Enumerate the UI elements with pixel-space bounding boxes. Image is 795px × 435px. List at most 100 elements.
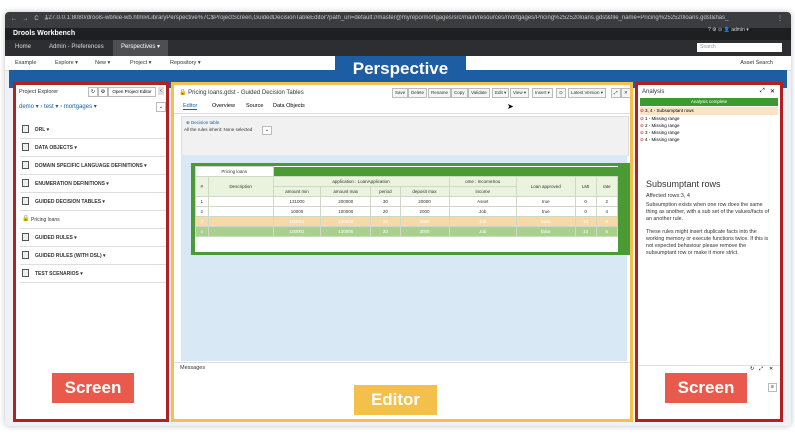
issue-item[interactable]: ⊘ 3 - Missing range (640, 129, 778, 136)
table-cell[interactable]: 130000 (320, 226, 372, 237)
asset-search-link[interactable]: Asset Search (740, 60, 773, 66)
decision-table-toggle[interactable]: ⊕ Decision table (186, 120, 219, 126)
table-name[interactable]: Pricing loans (195, 166, 274, 177)
table-cell[interactable]: 20 (370, 206, 401, 217)
delete-button[interactable]: Delete (408, 88, 428, 98)
issue-item[interactable]: ⊘ 1 - Missing range (640, 115, 778, 122)
col-header-amount-min[interactable]: amount min (272, 186, 322, 197)
table-cell[interactable]: 0 (574, 196, 597, 207)
table-cell[interactable]: true (515, 206, 576, 217)
search-input[interactable]: Search (697, 43, 782, 52)
nav-admin-preferences[interactable]: Admin - Preferences (49, 44, 104, 50)
table-cell[interactable]: true (515, 196, 576, 207)
nav-home[interactable]: Home (15, 44, 31, 50)
history-icon[interactable]: ⊙ (556, 88, 566, 98)
tree-pricing-loans[interactable]: 🔒 Pricing loans (20, 212, 166, 229)
table-cell[interactable]: 0 (574, 206, 597, 217)
tree-dsl-definitions[interactable]: DOMAIN SPECIFIC LANGUAGE DEFINITIONS ▾ (20, 158, 166, 175)
copy-button[interactable]: Copy (451, 88, 468, 98)
table-cell[interactable]: Asset (448, 196, 517, 207)
col-header-description[interactable]: Description (207, 176, 274, 197)
breadcrumb-test[interactable]: test ▾ (44, 104, 58, 110)
table-cell[interactable]: 30 (370, 196, 401, 207)
table-cell[interactable]: 4 (195, 226, 209, 237)
table-cell[interactable]: 1 (195, 196, 209, 207)
open-project-editor-button[interactable]: Open Project Editor (108, 87, 156, 97)
table-cell[interactable]: 3 (195, 216, 209, 227)
table-cell[interactable]: false (515, 216, 576, 227)
tree-data-objects[interactable]: DATA OBJECTS ▾ (20, 140, 166, 157)
validate-button[interactable]: Validate (468, 88, 490, 98)
settings-icon[interactable]: ⚙ (98, 87, 108, 97)
refresh-icon[interactable]: ↻ (88, 87, 98, 97)
table-cell[interactable]: 20000 (399, 196, 450, 207)
tab-data-objects[interactable]: Data Objects (273, 103, 305, 109)
view-menu[interactable]: View ▾ (510, 88, 530, 98)
table-cell[interactable]: 20 (370, 226, 401, 237)
table-cell[interactable]: 10 (574, 226, 597, 237)
table-cell[interactable]: 2000 (399, 206, 450, 217)
address-bar[interactable]: 127.0.0.1:8080/drools-wb/kie-wb.html#Lib… (45, 15, 745, 21)
tree-guided-rules[interactable]: GUIDED RULES ▾ (20, 230, 166, 247)
table-cell[interactable]: 2 (195, 206, 209, 217)
tree-guided-decision-tables[interactable]: GUIDED DECISION TABLES ▾ (20, 194, 166, 211)
group-income[interactable]: ome : IncomeSou (448, 176, 517, 187)
edit-menu[interactable]: Edit ▾ (492, 88, 510, 98)
table-row[interactable]: 4 100001 130000 20 3000 Job false 10 6 (195, 226, 619, 237)
issue-item[interactable]: ⊘ 3, 4 - Subsumptant rows (640, 107, 778, 115)
close-icon[interactable]: ✕ (621, 88, 630, 98)
toolbar-project[interactable]: Project ▾ (130, 60, 151, 66)
tab-editor[interactable]: Editor (183, 103, 198, 110)
table-cell[interactable]: Job (448, 216, 517, 227)
table-cell[interactable] (207, 196, 274, 207)
table-row[interactable]: 2 10000 100000 20 2000 Job true 0 4 (195, 206, 619, 217)
col-header-rate[interactable]: rate (595, 176, 619, 197)
close-icon[interactable]: ✕ (770, 88, 775, 95)
table-cell[interactable] (207, 216, 274, 227)
user-menu[interactable]: ? ⚙ ⊙ 👤 admin ▾ (708, 27, 749, 33)
table-cell[interactable]: 3000 (399, 226, 450, 237)
maximize-icon[interactable]: ⤢ (611, 88, 621, 98)
table-cell[interactable]: Job (448, 226, 517, 237)
table-cell[interactable]: 100001 (272, 216, 322, 227)
breadcrumb-mortgages[interactable]: mortgages ▾ (64, 104, 97, 110)
table-cell[interactable]: 2 (595, 196, 619, 207)
tab-source[interactable]: Source (246, 103, 263, 109)
toolbar-example[interactable]: Example (15, 60, 36, 66)
group-application[interactable]: application : LoanApplication (272, 176, 450, 187)
col-header-lmi[interactable]: LMI (574, 176, 597, 197)
table-cell[interactable]: 131000 (272, 196, 322, 207)
list-icon[interactable]: ≡ (768, 383, 777, 392)
insert-menu[interactable]: Insert ▾ (532, 88, 553, 98)
table-cell[interactable]: 10000 (272, 206, 322, 217)
col-header-amount-max[interactable]: amount max (320, 186, 372, 197)
table-cell[interactable]: 4 (595, 206, 619, 217)
save-button[interactable]: Save (392, 88, 409, 98)
tree-enumeration-definitions[interactable]: ENUMERATION DEFINITIONS ▾ (20, 176, 166, 193)
table-cell[interactable]: Job (448, 206, 517, 217)
table-cell[interactable] (207, 226, 274, 237)
table-row[interactable]: 3 100001 130000 20 3000 Job false 10 6 (195, 216, 619, 227)
col-header-period[interactable]: period (370, 186, 401, 197)
col-header-deposit-max[interactable]: deposit max (399, 186, 450, 197)
maximize-icon[interactable]: ⤢ (760, 88, 765, 95)
browser-menu-icon[interactable]: ⋮ (777, 15, 783, 22)
rules-inherit-dropdown[interactable]: ⌄ (262, 126, 272, 135)
table-cell[interactable]: 200000 (320, 196, 372, 207)
table-cell[interactable]: 130000 (320, 216, 372, 227)
close-icon[interactable]: ✕ (769, 366, 773, 372)
maximize-icon[interactable]: ⤢ (759, 366, 763, 372)
table-cell[interactable]: 100000 (320, 206, 372, 217)
issue-item[interactable]: ⊘ 4 - Missing range (640, 136, 778, 143)
table-cell[interactable]: 3000 (399, 216, 450, 227)
refresh-icon[interactable]: ↻ (750, 366, 754, 372)
tree-test-scenarios[interactable]: TEST SCENARIOS ▾ (20, 266, 166, 283)
table-cell[interactable] (207, 206, 274, 217)
table-cell[interactable]: 100001 (272, 226, 322, 237)
col-header-num[interactable]: # (195, 176, 209, 197)
table-cell[interactable]: 20 (370, 216, 401, 227)
tab-overview[interactable]: Overview (212, 103, 235, 109)
table-cell[interactable]: 6 (595, 216, 619, 227)
latest-version-menu[interactable]: Latest Version ▾ (568, 88, 607, 98)
chevron-down-icon[interactable]: ⌄ (156, 102, 166, 112)
